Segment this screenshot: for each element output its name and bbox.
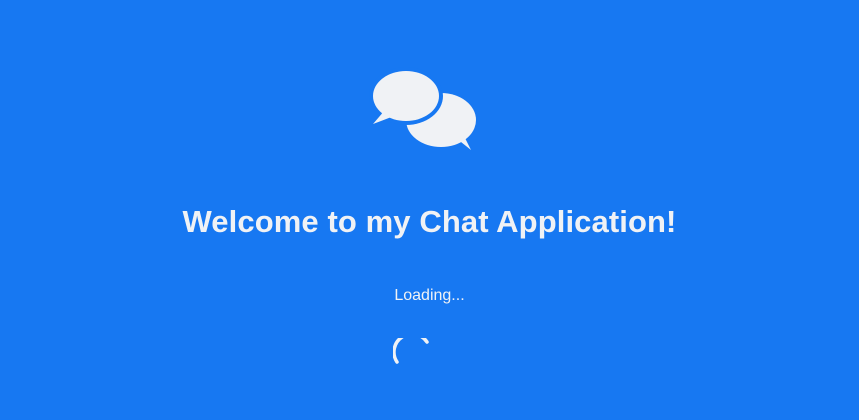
welcome-title: Welcome to my Chat Application! [182, 204, 677, 239]
splash-screen: Welcome to my Chat Application! Loading.… [0, 0, 859, 420]
loading-spinner-icon [393, 338, 429, 364]
loading-status-text: Loading... [394, 287, 465, 304]
chat-bubbles-icon [369, 67, 476, 150]
chat-bubble-front-icon [369, 67, 443, 125]
